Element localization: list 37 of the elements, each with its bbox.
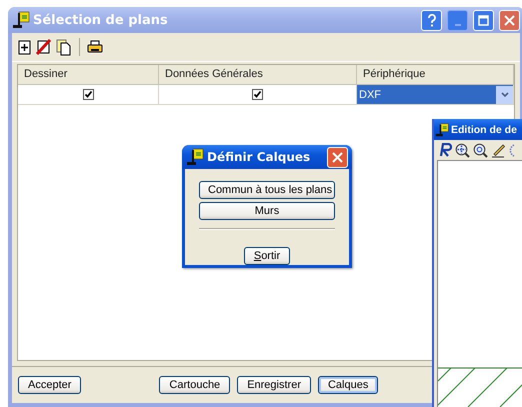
- close-button[interactable]: [499, 10, 520, 30]
- dropdown[interactable]: DXF: [357, 85, 514, 105]
- dialog-button[interactable]: Calques: [318, 376, 378, 394]
- zoom-icon[interactable]: [473, 142, 488, 158]
- app-icon: [435, 122, 449, 136]
- close-icon: [332, 152, 343, 162]
- pencil-icon[interactable]: [491, 142, 506, 158]
- zoom-extents-icon[interactable]: [455, 142, 470, 158]
- dialog-button[interactable]: Accepter: [18, 376, 82, 394]
- letter-r-icon[interactable]: [438, 143, 452, 157]
- question-mark-icon: [426, 14, 436, 26]
- layer-button[interactable]: Commun à tous les plans: [199, 181, 335, 199]
- printer-icon[interactable]: [87, 40, 103, 54]
- close-button[interactable]: [327, 146, 348, 168]
- window-title: Edition de de: [451, 124, 517, 136]
- app-icon: [186, 148, 204, 166]
- dialog-button[interactable]: Cartouche: [159, 376, 230, 394]
- caret-icon: [500, 92, 508, 98]
- checkbox[interactable]: [82, 89, 94, 100]
- help-button[interactable]: [421, 10, 442, 30]
- column-header[interactable]: Dessiner: [18, 65, 159, 85]
- close-icon: [504, 14, 515, 26]
- dialog-title: Définir Calques: [207, 150, 312, 164]
- app-icon: [12, 11, 30, 29]
- exit-button[interactable]: Sortir: [244, 247, 290, 265]
- copy-pages-icon[interactable]: [56, 38, 72, 56]
- dialog-button[interactable]: Enregistrer: [237, 376, 311, 394]
- checkbox[interactable]: [252, 89, 263, 100]
- window-title: Sélection de plans: [33, 12, 169, 28]
- column-header[interactable]: Données Générales: [159, 65, 357, 85]
- minimize-icon: [454, 24, 460, 26]
- new-page-icon[interactable]: [18, 40, 32, 54]
- layer-button[interactable]: Murs: [199, 202, 335, 220]
- maximize-icon: [478, 14, 489, 26]
- maximize-button[interactable]: [473, 10, 494, 30]
- delete-page-icon[interactable]: [36, 39, 52, 55]
- column-header[interactable]: Périphérique: [357, 65, 514, 85]
